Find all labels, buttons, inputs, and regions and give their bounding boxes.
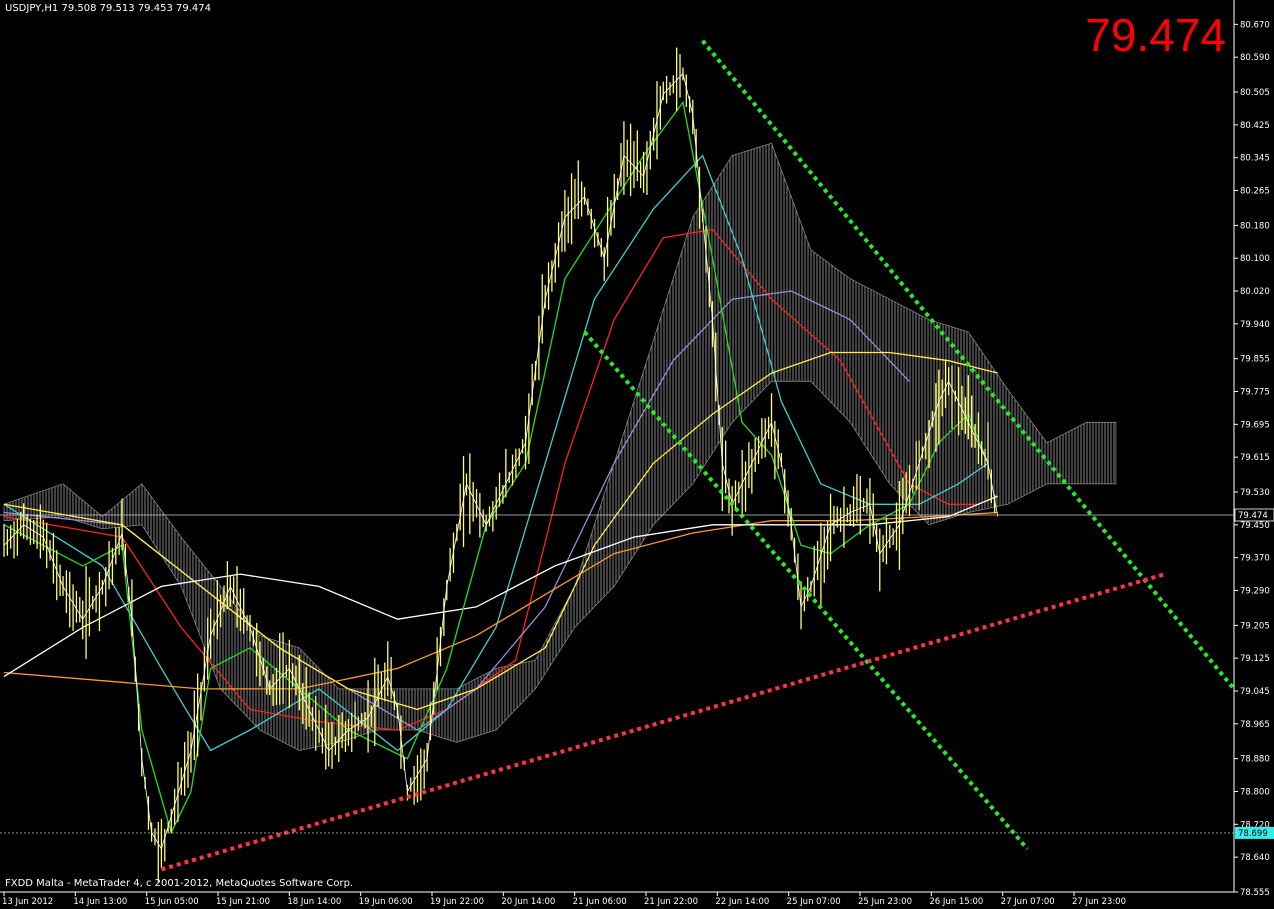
x-tick-label: 27 Jun 07:00 — [1001, 897, 1055, 907]
y-tick-label: 80.425 — [1240, 121, 1270, 131]
y-tick-label: 80.265 — [1240, 187, 1270, 197]
x-tick-label: 14 Jun 13:00 — [73, 897, 127, 907]
y-tick-label: 79.695 — [1240, 420, 1270, 430]
x-tick-label: 13 Jun 2012 — [2, 897, 53, 907]
y-tick-label: 79.530 — [1240, 488, 1270, 498]
y-tick-label: 79.290 — [1240, 586, 1270, 596]
x-tick-label: 21 Jun 06:00 — [573, 897, 627, 907]
y-tick-label: 80.345 — [1240, 154, 1270, 164]
y-tick-label: 80.670 — [1240, 20, 1270, 30]
copyright-text: FXDD Malta - MetaTrader 4, c 2001-2012, … — [5, 878, 354, 889]
price-zigzag-line — [3, 72, 999, 850]
y-tick-label: 80.505 — [1240, 88, 1270, 98]
y-tick-label: 78.880 — [1240, 755, 1270, 765]
ichimoku-cloud — [3, 142, 1117, 751]
y-tick-label: 78.555 — [1240, 888, 1270, 898]
y-tick-label: 80.020 — [1240, 287, 1270, 297]
x-tick-label: 22 Jun 14:00 — [715, 897, 769, 907]
x-tick-label: 25 Jun 23:00 — [858, 897, 912, 907]
y-tick-label: 79.855 — [1240, 355, 1270, 365]
x-tick-label: 27 Jun 23:00 — [1072, 897, 1126, 907]
x-tick-label: 15 Jun 21:00 — [216, 897, 270, 907]
ma-line-2 — [3, 154, 989, 752]
y-tick-label: 80.180 — [1240, 221, 1270, 231]
y-tick-label: 79.045 — [1240, 687, 1270, 697]
x-tick-label: 26 Jun 15:00 — [929, 897, 983, 907]
y-tick-label: 79.205 — [1240, 621, 1270, 631]
price-series — [3, 47, 999, 883]
x-tick-label: 25 Jun 07:00 — [787, 897, 841, 907]
y-tick-label: 78.965 — [1240, 720, 1270, 730]
x-tick-label: 19 Jun 22:00 — [430, 897, 484, 907]
x-tick-label: 15 Jun 05:00 — [145, 897, 199, 907]
y-tick-label: 79.940 — [1240, 320, 1270, 330]
y-tick-label: 78.800 — [1240, 787, 1270, 797]
y-tick-label: 80.590 — [1240, 53, 1270, 63]
y-tick-label: 79.775 — [1240, 388, 1270, 398]
y-tick-label: 80.100 — [1240, 254, 1270, 264]
y-tick-label: 79.370 — [1240, 554, 1270, 564]
symbol-info: USDJPY,H1 79.508 79.513 79.453 79.474 — [5, 3, 211, 14]
y-tick-label: 79.615 — [1240, 453, 1270, 463]
current-price-display: 79.474 — [1085, 9, 1226, 61]
x-tick-label: 20 Jun 14:00 — [501, 897, 555, 907]
y-tick-label: 79.125 — [1240, 654, 1270, 664]
y-tick-label: 78.640 — [1240, 853, 1270, 863]
x-tick-label: 18 Jun 14:00 — [287, 897, 341, 907]
x-tick-label: 19 Jun 06:00 — [359, 897, 413, 907]
cloud-area — [3, 142, 1117, 751]
price-chart: 80.670 80.590 80.505 80.425 80.345 80.265 80.1… — [0, 0, 1274, 907]
current-price-tag-label: 79.474 — [1238, 511, 1268, 521]
x-tick-label: 21 Jun 22:00 — [644, 897, 698, 907]
y-tick-label: 79.450 — [1240, 521, 1270, 531]
marker-price-tag-label: 78.699 — [1238, 829, 1268, 839]
